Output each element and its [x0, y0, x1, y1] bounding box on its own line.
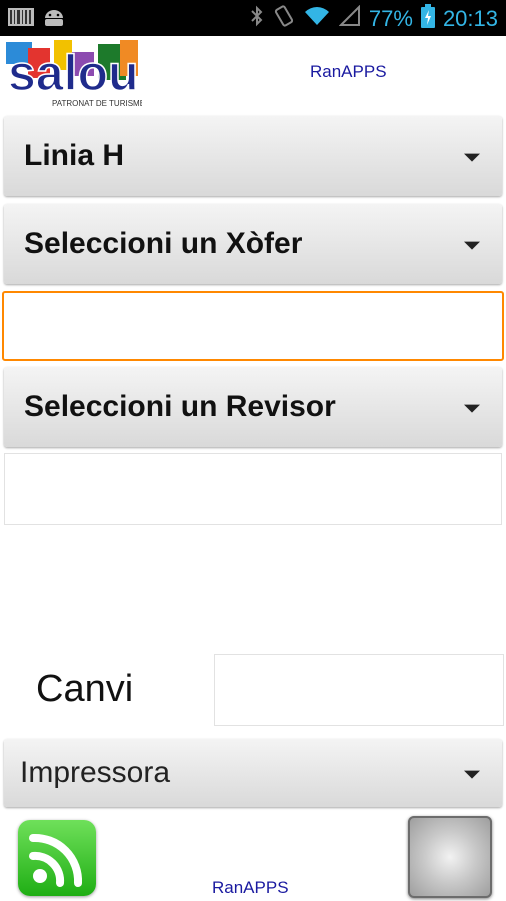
bluetooth-icon	[249, 4, 265, 34]
dropdown-arrow-icon	[464, 241, 480, 250]
driver-spinner-label: Seleccioni un Xòfer	[24, 227, 303, 260]
rss-icon	[18, 833, 96, 900]
salou-logo: salou PATRONAT DE TURISME	[2, 38, 145, 110]
dropdown-arrow-icon	[464, 404, 480, 413]
clock: 20:13	[442, 6, 498, 31]
driver-spinner[interactable]: Seleccioni un Xòfer	[4, 204, 502, 284]
rss-button[interactable]	[18, 820, 96, 896]
dropdown-arrow-icon	[464, 153, 480, 162]
change-input[interactable]	[214, 654, 504, 726]
wifi-icon	[303, 5, 331, 33]
printer-spinner-label: Impressora	[20, 756, 171, 789]
battery-percent: 77%	[368, 6, 413, 31]
change-label: Canvi	[36, 668, 134, 710]
inspector-spinner-label: Seleccioni un Revisor	[24, 390, 336, 423]
dropdown-arrow-icon	[464, 770, 480, 779]
barcode-icon	[8, 6, 34, 33]
metal-button[interactable]	[408, 816, 492, 898]
printer-spinner[interactable]: Impressora	[4, 739, 502, 807]
svg-text:salou: salou	[8, 45, 139, 101]
brand-label-top: RanAPPS	[310, 62, 387, 81]
line-spinner[interactable]: Linia H	[4, 116, 502, 196]
svg-text:PATRONAT DE TURISME: PATRONAT DE TURISME	[52, 99, 142, 108]
line-spinner-label: Linia H	[24, 139, 125, 172]
inspector-input[interactable]	[4, 453, 502, 525]
battery-charging-icon	[420, 4, 435, 34]
android-icon	[42, 6, 66, 33]
signal-icon	[338, 4, 361, 33]
driver-input[interactable]	[2, 291, 504, 361]
brand-label-bottom: RanAPPS	[212, 878, 289, 897]
status-bar: 77% 20:13	[0, 0, 506, 36]
vibrate-icon	[273, 4, 295, 34]
inspector-spinner[interactable]: Seleccioni un Revisor	[4, 367, 502, 447]
